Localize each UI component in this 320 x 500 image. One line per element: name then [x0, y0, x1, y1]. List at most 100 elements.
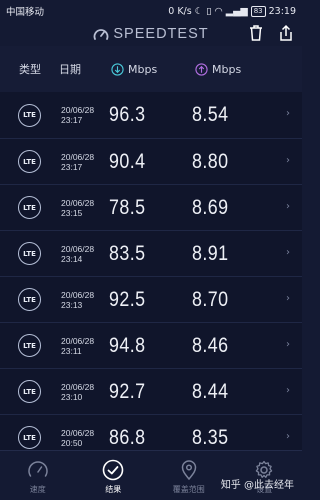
carrier-label: 中国移动: [6, 7, 45, 18]
nav-label: 速度: [29, 485, 46, 494]
results-list: LTE 20/06/28 23:17 96.3 8.54 › LTE 20/06…: [0, 92, 302, 460]
column-header: 类型 日期 Mbps Mbps: [0, 46, 302, 92]
result-row[interactable]: LTE 20/06/28 23:10 92.7 8.44 ›: [0, 368, 302, 414]
status-bar: 中国移动 0 K/s ☾ ▯ ◠ ▂▄▆ 83 23:19: [0, 0, 302, 22]
result-datetime: 20/06/28 23:11: [61, 336, 109, 356]
app-title: SPEEDTEST: [113, 26, 209, 42]
result-row[interactable]: LTE 20/06/28 23:17 90.4 8.80 ›: [0, 138, 302, 184]
connection-type-badge: LTE: [18, 150, 41, 173]
share-icon[interactable]: [278, 24, 294, 42]
result-time: 23:17: [61, 161, 83, 172]
result-time: 23:14: [61, 253, 83, 264]
download-speed: 92.7: [109, 379, 146, 403]
moon-icon: ☾: [194, 5, 204, 17]
download-speed: 94.8: [109, 333, 146, 357]
result-date: 20/06/28: [61, 197, 95, 208]
download-speed: 86.8: [109, 425, 146, 449]
upload-speed: 8.91: [192, 241, 229, 265]
column-download[interactable]: Mbps: [111, 63, 195, 76]
column-upload[interactable]: Mbps: [195, 63, 241, 76]
nav-results[interactable]: 结果: [76, 451, 152, 500]
nav-label: 覆盖范围: [172, 485, 205, 494]
download-speed: 96.3: [109, 103, 146, 126]
check-circle-icon: [102, 459, 124, 481]
result-time: 23:11: [61, 345, 82, 356]
speedometer-icon: [28, 461, 48, 477]
chevron-right-icon: ›: [286, 293, 290, 304]
trash-icon[interactable]: [248, 24, 264, 42]
download-speed: 90.4: [109, 149, 146, 173]
watermark: 知乎 @此去经年: [220, 480, 294, 491]
result-time: 23:13: [61, 299, 83, 310]
result-datetime: 20/06/28 23:10: [61, 382, 109, 402]
result-date: 20/06/28: [61, 335, 95, 346]
result-date: 20/06/28: [61, 243, 95, 254]
result-datetime: 20/06/28 23:17: [61, 152, 109, 172]
upload-icon: [195, 62, 208, 76]
result-datetime: 20/06/28 20:50: [61, 428, 109, 448]
column-type[interactable]: 类型: [0, 61, 59, 77]
result-row[interactable]: LTE 20/06/28 23:17 96.3 8.54 ›: [0, 92, 302, 138]
vibrate-icon: ▯: [206, 5, 212, 17]
result-time: 20:50: [61, 437, 83, 448]
result-date: 20/06/28: [61, 381, 95, 392]
result-datetime: 20/06/28 23:17: [61, 105, 109, 125]
download-speed: 92.5: [109, 287, 146, 311]
app-header: SPEEDTEST: [0, 22, 302, 46]
nav-coverage[interactable]: 覆盖范围: [151, 451, 227, 500]
nav-speed[interactable]: 速度: [0, 451, 76, 500]
upload-unit-label: Mbps: [212, 62, 242, 76]
upload-speed: 8.80: [192, 149, 229, 173]
download-speed: 78.5: [109, 195, 146, 219]
battery-icon: 83: [250, 5, 266, 17]
upload-speed: 8.70: [192, 287, 229, 311]
upload-speed: 8.44: [192, 379, 229, 403]
connection-type-badge: LTE: [18, 288, 41, 311]
connection-type-badge: LTE: [18, 242, 41, 265]
download-icon: [111, 62, 124, 76]
connection-type-badge: LTE: [18, 380, 41, 403]
result-time: 23:10: [61, 391, 83, 402]
chevron-right-icon: ›: [286, 108, 290, 119]
connection-type-badge: LTE: [18, 103, 41, 127]
result-time: 23:17: [61, 115, 83, 125]
nav-label: 结果: [105, 485, 122, 494]
result-row[interactable]: LTE 20/06/28 23:14 83.5 8.91 ›: [0, 230, 302, 276]
chevron-right-icon: ›: [286, 201, 290, 212]
status-indicators: 0 K/s ☾ ▯ ◠ ▂▄▆ 83 23:19: [168, 5, 296, 17]
download-speed: 83.5: [109, 241, 146, 265]
wifi-icon: ◠: [214, 5, 223, 17]
net-speed-label: 0 K/s: [168, 5, 192, 17]
result-time: 23:15: [61, 207, 83, 218]
chevron-right-icon: ›: [286, 155, 290, 166]
chevron-right-icon: ›: [286, 431, 290, 442]
upload-speed: 8.46: [192, 333, 229, 357]
upload-speed: 8.69: [192, 195, 229, 219]
chevron-right-icon: ›: [286, 385, 290, 396]
connection-type-badge: LTE: [18, 426, 41, 449]
bottom-nav: 速度 结果 覆盖范围 设置: [0, 450, 302, 500]
brand: SPEEDTEST: [93, 26, 208, 42]
result-datetime: 20/06/28 23:14: [61, 244, 109, 264]
chevron-right-icon: ›: [286, 339, 290, 350]
connection-type-badge: LTE: [18, 196, 41, 219]
result-row[interactable]: LTE 20/06/28 23:15 78.5 8.69 ›: [0, 184, 302, 230]
result-date: 20/06/28: [61, 151, 95, 162]
upload-speed: 8.54: [192, 103, 229, 126]
connection-type-badge: LTE: [18, 334, 41, 357]
result-date: 20/06/28: [61, 105, 95, 115]
result-date: 20/06/28: [61, 427, 95, 438]
signal-icon: ▂▄▆: [225, 5, 248, 17]
result-row[interactable]: LTE 20/06/28 23:13 92.5 8.70 ›: [0, 276, 302, 322]
result-date: 20/06/28: [61, 289, 95, 300]
chevron-right-icon: ›: [286, 247, 290, 258]
header-actions: [248, 24, 294, 42]
result-datetime: 20/06/28 23:15: [61, 198, 109, 218]
column-date[interactable]: 日期: [59, 61, 111, 77]
download-unit-label: Mbps: [128, 62, 158, 76]
speedtest-logo-icon: [94, 29, 109, 40]
upload-speed: 8.35: [192, 425, 229, 449]
clock-label: 23:19: [268, 5, 296, 17]
result-row[interactable]: LTE 20/06/28 23:11 94.8 8.46 ›: [0, 322, 302, 368]
result-datetime: 20/06/28 23:13: [61, 290, 109, 310]
